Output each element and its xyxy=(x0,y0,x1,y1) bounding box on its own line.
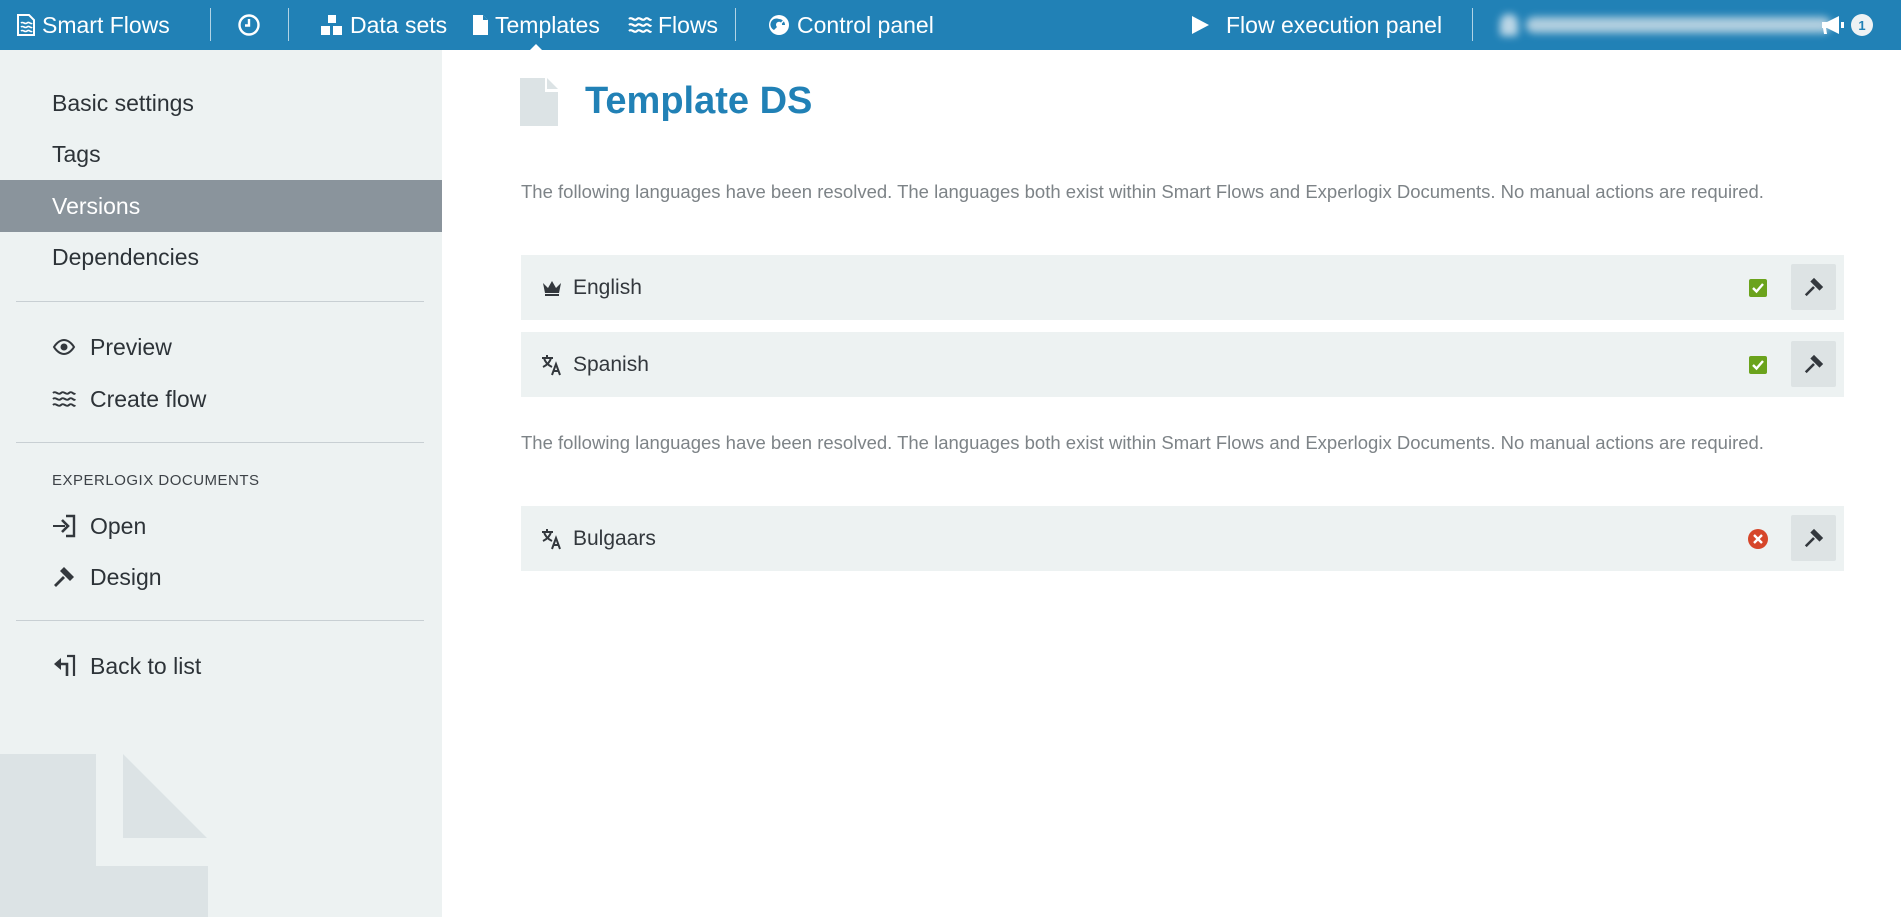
design-language-button[interactable] xyxy=(1791,515,1836,561)
sidebar-item-tags[interactable]: Tags xyxy=(0,128,442,180)
sidebar-action-label: Create flow xyxy=(90,385,207,412)
nav-flow-execution-panel[interactable]: Flow execution panel xyxy=(1190,0,1442,50)
design-language-button[interactable] xyxy=(1791,264,1836,310)
gavel-icon xyxy=(1804,354,1823,374)
sidebar-action-label: Design xyxy=(90,563,162,590)
crown-icon xyxy=(541,277,563,299)
flows-icon xyxy=(628,17,652,33)
nav-control-panel[interactable]: Control panel xyxy=(767,0,934,50)
sidebar-action-label: Open xyxy=(90,512,147,539)
nav-flows-label: Flows xyxy=(658,11,719,38)
nav-flow-execution-label: Flow execution panel xyxy=(1226,11,1443,38)
user-name-redacted xyxy=(1500,14,1831,36)
gavel-icon xyxy=(1804,277,1823,297)
smart-flows-logo-icon xyxy=(17,14,35,36)
language-name: Spanish xyxy=(573,352,649,376)
history-button[interactable] xyxy=(237,0,261,50)
language-name: Bulgaars xyxy=(573,526,656,550)
nav-templates[interactable]: Templates xyxy=(472,0,600,51)
language-row-bulgaars: Bulgaars xyxy=(521,506,1844,571)
flows-icon xyxy=(52,387,76,411)
file-icon xyxy=(473,15,488,35)
top-navigation-bar: Smart Flows Data sets Templates Flows Co… xyxy=(0,0,1901,51)
sidebar-divider xyxy=(16,301,424,302)
brand-link[interactable]: Smart Flows xyxy=(16,0,170,50)
clock-icon xyxy=(238,14,260,36)
sidebar-section-title: EXPERLOGIX DOCUMENTS xyxy=(52,472,260,489)
bullhorn-icon xyxy=(1822,16,1844,34)
resolved-languages-description: The following languages have been resolv… xyxy=(521,432,1764,453)
dashboard-icon xyxy=(769,15,789,35)
sidebar-item-dependencies[interactable]: Dependencies xyxy=(0,231,442,283)
translate-icon xyxy=(541,528,563,550)
template-file-icon xyxy=(520,78,558,126)
main-content: Template DS The following languages have… xyxy=(442,50,1901,917)
sitemap-icon xyxy=(321,15,342,35)
sidebar-divider xyxy=(16,442,424,443)
check-square-icon xyxy=(1747,277,1769,299)
sidebar-item-label: Basic settings xyxy=(52,89,194,116)
sidebar-item-label: Versions xyxy=(52,192,141,219)
sidebar-item-versions[interactable]: Versions xyxy=(0,180,442,232)
error-circle-icon xyxy=(1747,528,1769,550)
sidebar-action-open[interactable]: Open xyxy=(0,500,442,552)
sidebar-item-label: Dependencies xyxy=(52,243,200,270)
check-square-icon xyxy=(1747,354,1769,376)
nav-flows[interactable]: Flows xyxy=(628,0,718,50)
notifications-button[interactable]: 1 xyxy=(1821,0,1873,50)
back-arrow-icon xyxy=(52,654,76,678)
sign-in-icon xyxy=(52,514,76,538)
nav-divider xyxy=(735,8,736,41)
sidebar-action-design[interactable]: Design xyxy=(0,551,442,603)
eye-icon xyxy=(52,335,76,359)
nav-templates-label: Templates xyxy=(495,11,600,38)
gavel-icon xyxy=(52,565,76,589)
user-icon xyxy=(1500,14,1518,36)
nav-divider xyxy=(288,8,289,41)
sidebar-action-create-flow[interactable]: Create flow xyxy=(0,373,442,425)
translate-icon xyxy=(541,354,563,376)
sidebar-action-label: Preview xyxy=(90,333,172,360)
design-language-button[interactable] xyxy=(1791,341,1836,387)
user-menu[interactable] xyxy=(1500,0,1831,50)
sidebar-item-basic-settings[interactable]: Basic settings xyxy=(0,77,442,129)
language-row-spanish: Spanish xyxy=(521,332,1844,397)
sidebar: Basic settings Tags Versions Dependencie… xyxy=(0,50,442,917)
sidebar-item-label: Tags xyxy=(52,140,101,167)
nav-datasets[interactable]: Data sets xyxy=(320,0,447,50)
language-row-english: English xyxy=(521,255,1844,320)
back-to-list-link[interactable]: Back to list xyxy=(0,640,442,692)
resolved-languages-description: The following languages have been resolv… xyxy=(521,181,1764,202)
play-icon xyxy=(1192,16,1209,34)
sidebar-divider xyxy=(16,620,424,621)
gavel-icon xyxy=(1804,528,1823,548)
nav-divider xyxy=(1472,8,1473,41)
nav-divider xyxy=(210,8,211,41)
sidebar-action-preview[interactable]: Preview xyxy=(0,321,442,373)
notification-count-badge: 1 xyxy=(1851,14,1873,36)
sidebar-action-label: Back to list xyxy=(90,652,202,679)
language-name: English xyxy=(573,275,642,299)
brand-name: Smart Flows xyxy=(42,11,170,38)
nav-control-panel-label: Control panel xyxy=(797,11,934,38)
nav-datasets-label: Data sets xyxy=(350,11,448,38)
page-title: Template DS xyxy=(585,80,813,122)
document-watermark-icon xyxy=(0,754,208,917)
